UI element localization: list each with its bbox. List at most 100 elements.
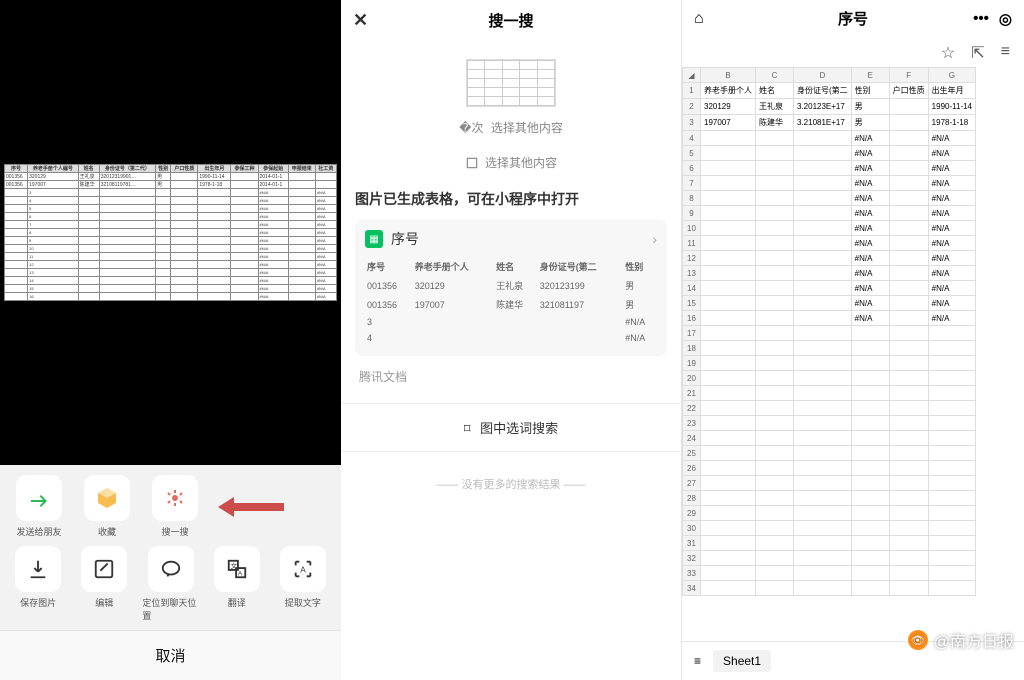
svg-text:A: A: [238, 570, 243, 577]
col-header[interactable]: F: [889, 68, 928, 83]
share-icon[interactable]: ⇱: [971, 43, 984, 63]
table-row[interactable]: 29: [683, 506, 976, 521]
menu-icon[interactable]: ≡: [1001, 43, 1010, 63]
table-row[interactable]: 19: [683, 356, 976, 371]
table-row[interactable]: 5#N/A#N/A: [683, 146, 976, 161]
weibo-icon: 👁: [908, 630, 928, 650]
watermark: 👁 @南方日报: [908, 628, 1014, 652]
col-header[interactable]: G: [928, 68, 975, 83]
tool-item-label: 翻译: [228, 596, 246, 609]
tool-item-label: 定位到聊天位置: [142, 596, 198, 622]
tool-item-2[interactable]: 定位到聊天位置: [142, 546, 198, 622]
table-row[interactable]: 9#N/A#N/A: [683, 206, 976, 221]
ocr-icon: A: [280, 546, 326, 592]
end-of-results: —— 没有更多的搜索结果 ——: [355, 476, 667, 492]
share-item-1[interactable]: 收藏: [78, 475, 136, 538]
select-other-content[interactable]: 选择其他内容: [355, 154, 667, 171]
table-row[interactable]: 3197007陈建华3.21081E+17男1978-1-18: [683, 115, 976, 131]
chat-icon: [148, 546, 194, 592]
table-row[interactable]: 7#N/A#N/A: [683, 176, 976, 191]
table-row[interactable]: 6#N/A#N/A: [683, 161, 976, 176]
search-title: 搜一搜: [488, 10, 533, 31]
table-row[interactable]: 26: [683, 461, 976, 476]
share-item-label: 搜一搜: [161, 525, 188, 538]
table-row[interactable]: 11#N/A#N/A: [683, 236, 976, 251]
spreadsheet-panel: ⌂ 序号 ••• ◎ ☆ ⇱ ≡ ◢BCDEFG 1养老手册个人姓名身份证号(第…: [682, 0, 1024, 680]
action-sheet: 发送给朋友收藏搜一搜 保存图片编辑定位到聊天位置文A翻译A提取文字: [0, 465, 341, 630]
result-card[interactable]: ▦ 序号 › 序号养老手册个人姓名身份证号(第二性别 001356320129王…: [355, 219, 667, 356]
table-row[interactable]: 1养老手册个人姓名身份证号(第二性别户口性质出生年月: [683, 83, 976, 99]
table-row[interactable]: 28: [683, 491, 976, 506]
table-row[interactable]: 2320129王礼泉3.20123E+17男1990-11-14: [683, 99, 976, 115]
generation-tip: 图片已生成表格，可在小程序中打开: [355, 189, 667, 209]
table-row[interactable]: 10#N/A#N/A: [683, 221, 976, 236]
table-row[interactable]: 27: [683, 476, 976, 491]
share-item-0[interactable]: 发送给朋友: [10, 475, 68, 538]
table-row[interactable]: 16#N/A#N/A: [683, 311, 976, 326]
preview-table: 序号养老手册个人编号姓名身份证号（第二代）性别户口性质出生年月参保工种参保起始申…: [4, 164, 337, 301]
table-row[interactable]: 17: [683, 326, 976, 341]
download-icon: [15, 546, 61, 592]
table-row[interactable]: 23: [683, 416, 976, 431]
table-row[interactable]: 15#N/A#N/A: [683, 296, 976, 311]
cube-icon: [84, 475, 130, 521]
col-header[interactable]: C: [756, 68, 794, 83]
home-icon[interactable]: ⌂: [694, 10, 704, 28]
search-panel: ✕ 搜一搜 �次 选择其他内容 选择其他内容 图片已生成表格，可在小程序中打开 …: [341, 0, 682, 680]
table-row[interactable]: 21: [683, 386, 976, 401]
image-viewer-panel: 序号养老手册个人编号姓名身份证号（第二代）性别户口性质出生年月参保工种参保起始申…: [0, 0, 341, 680]
col-header[interactable]: D: [794, 68, 852, 83]
doc-icon: ▦: [365, 230, 383, 248]
table-row[interactable]: 32: [683, 551, 976, 566]
card-title: 序号: [391, 229, 419, 249]
doc-toolbar: ☆ ⇱ ≡: [682, 37, 1024, 67]
crop-button[interactable]: �次 选择其他内容: [355, 119, 667, 136]
tool-item-1[interactable]: 编辑: [76, 546, 132, 622]
table-row[interactable]: 33: [683, 566, 976, 581]
table-row[interactable]: 20: [683, 371, 976, 386]
col-header[interactable]: B: [701, 68, 756, 83]
tool-item-label: 编辑: [95, 596, 113, 609]
more-icon[interactable]: •••: [973, 10, 989, 27]
svg-text:文: 文: [230, 561, 237, 570]
image-thumbnail[interactable]: [355, 59, 667, 107]
search-header: ✕ 搜一搜: [341, 0, 681, 41]
image-preview[interactable]: 序号养老手册个人编号姓名身份证号（第二代）性别户口性质出生年月参保工种参保起始申…: [0, 0, 341, 465]
scan-icon: ⌑: [464, 421, 471, 436]
share-item-label: 收藏: [98, 525, 116, 538]
table-row[interactable]: 13#N/A#N/A: [683, 266, 976, 281]
target-icon[interactable]: ◎: [999, 10, 1012, 28]
provider-label: 腾讯文档: [359, 368, 667, 385]
star-icon[interactable]: ☆: [941, 43, 955, 63]
sheet-tab[interactable]: Sheet1: [713, 650, 771, 672]
corner-cell: ◢: [683, 68, 701, 83]
tool-item-label: 提取文字: [285, 596, 321, 609]
col-header[interactable]: E: [851, 68, 889, 83]
table-row[interactable]: 18: [683, 341, 976, 356]
spreadsheet-grid[interactable]: ◢BCDEFG 1养老手册个人姓名身份证号(第二性别户口性质出生年月232012…: [682, 67, 1024, 641]
cancel-button[interactable]: 取消: [0, 630, 341, 680]
table-row[interactable]: 22: [683, 401, 976, 416]
spark-icon: [152, 475, 198, 521]
pointer-arrow: [218, 497, 288, 517]
table-row[interactable]: 31: [683, 536, 976, 551]
tool-item-4[interactable]: A 提取文字: [275, 546, 331, 622]
share-icon: [16, 475, 62, 521]
edit-icon: [81, 546, 127, 592]
table-row[interactable]: 8#N/A#N/A: [683, 191, 976, 206]
word-search-button[interactable]: ⌑ 图中选词搜索: [341, 403, 681, 452]
close-icon[interactable]: ✕: [353, 10, 368, 31]
sheets-menu-icon[interactable]: ≡: [694, 654, 701, 668]
share-item-2[interactable]: 搜一搜: [146, 475, 204, 538]
tool-item-0[interactable]: 保存图片: [10, 546, 66, 622]
table-row[interactable]: 12#N/A#N/A: [683, 251, 976, 266]
table-row[interactable]: 34: [683, 581, 976, 596]
table-row[interactable]: 4#N/A#N/A: [683, 131, 976, 146]
table-row[interactable]: 25: [683, 446, 976, 461]
table-row[interactable]: 24: [683, 431, 976, 446]
table-row[interactable]: 14#N/A#N/A: [683, 281, 976, 296]
table-row[interactable]: 30: [683, 521, 976, 536]
tool-item-3[interactable]: 文A 翻译: [209, 546, 265, 622]
chevron-right-icon: ›: [652, 231, 657, 247]
translate-icon: 文A: [214, 546, 260, 592]
